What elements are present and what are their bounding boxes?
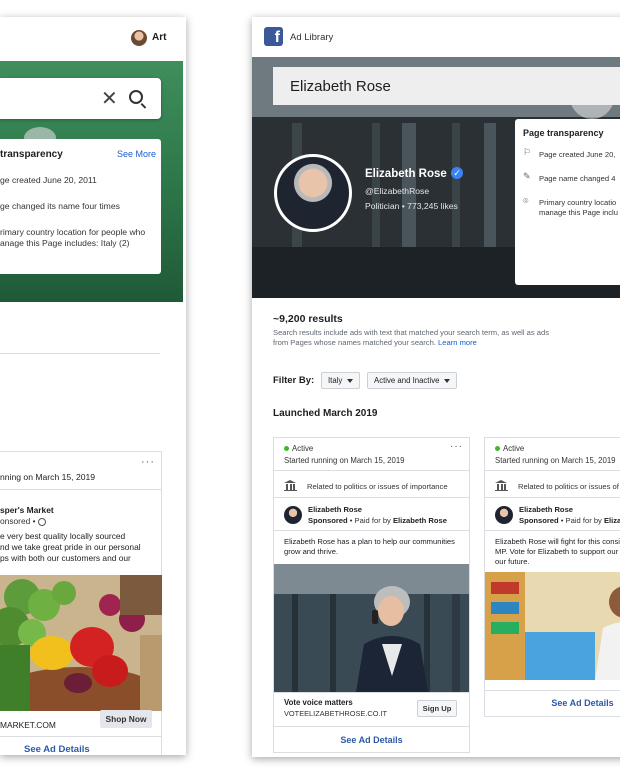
shop-now-button[interactable]: Shop Now: [100, 710, 152, 728]
page-created-text: Page created June 20,: [539, 150, 616, 159]
active-dot-icon: [284, 446, 289, 452]
page-created-text: ge created June 20, 2011: [0, 175, 97, 185]
filter-label: Filter By:: [273, 375, 315, 386]
cta-title: Vote voice matters: [284, 698, 353, 707]
results-count: ~9,200 results: [273, 313, 343, 325]
see-ad-details-link[interactable]: See Ad Details: [24, 744, 90, 755]
ad-card: Active ··· Started running on March 15, …: [273, 437, 470, 753]
sign-up-button[interactable]: Sign Up: [417, 700, 457, 717]
ad-card: Active Started running on March 15, 2019…: [484, 437, 620, 717]
user-avatar[interactable]: [131, 30, 147, 46]
ad-body: Elizabeth Rose has a plan to help our co…: [284, 537, 455, 556]
more-options-icon[interactable]: ···: [141, 456, 155, 468]
edit-icon: ✎: [523, 171, 531, 181]
chevron-down-icon: [444, 378, 451, 383]
divider: [274, 726, 469, 727]
ad-started-text: nning on March 15, 2019: [0, 472, 96, 482]
political-ad-label: Related to politics or issues of importa…: [307, 482, 448, 491]
active-dot-icon: [495, 446, 500, 452]
profile-handle: @ElizabethRose: [365, 186, 430, 196]
government-building-icon: [284, 480, 297, 491]
divider: [274, 692, 469, 693]
divider: [485, 690, 620, 691]
country-text-1: Primary country locatio: [539, 198, 617, 207]
desktop-ad-library-screen: f Ad Library Elizabeth Rose Elizabeth Ro…: [252, 17, 620, 757]
results-note: Search results include ads with text tha…: [273, 328, 550, 347]
sponsored-label: Sponsored • Paid for by Elizab: [519, 516, 620, 525]
profile-name[interactable]: Elizabeth Rose: [365, 168, 447, 180]
verified-badge-icon: ✓: [451, 167, 463, 179]
divider: [274, 530, 469, 531]
status-filter-dropdown[interactable]: Active and Inactive: [367, 372, 458, 389]
see-ad-details-link[interactable]: See Ad Details: [274, 735, 469, 745]
see-ad-details-link[interactable]: See Ad Details: [485, 698, 620, 708]
page-transparency-card: Page transparency ⚐ Page created June 20…: [515, 119, 620, 285]
divider: [274, 497, 469, 498]
top-bar: f Ad Library: [252, 17, 620, 57]
search-input[interactable]: Elizabeth Rose: [273, 67, 620, 105]
page-hero: Elizabeth Rose Elizabeth Rose ✓ @Elizabe…: [252, 57, 620, 298]
search-query[interactable]: Elizabeth Rose: [290, 78, 391, 95]
app-title[interactable]: Ad Library: [290, 32, 333, 43]
ad-domain: MARKET.COM: [0, 720, 56, 730]
advertiser-name[interactable]: Elizabeth Rose: [308, 505, 362, 514]
ad-card: ··· nning on March 15, 2019 sper's Marke…: [0, 451, 162, 755]
candidate-photo: [274, 564, 469, 692]
transparency-title: transparency: [0, 149, 63, 160]
search-box[interactable]: ✕: [0, 78, 161, 119]
search-icon[interactable]: [129, 90, 143, 104]
status-badge: Active: [495, 444, 524, 453]
chevron-down-icon: [347, 378, 354, 383]
divider: [0, 489, 162, 490]
country-text-1: rimary country location for people who: [0, 227, 146, 237]
transparency-title: Page transparency: [523, 128, 604, 138]
page-hero: ✕ transparency See More ge created June …: [0, 61, 183, 302]
divider: [0, 353, 160, 354]
page-transparency-card: transparency See More ge created June 20…: [0, 139, 161, 274]
facebook-logo-icon[interactable]: f: [264, 27, 283, 46]
location-icon: ⌾: [523, 196, 529, 206]
vegetables-image: [0, 575, 162, 711]
advertiser-name[interactable]: Elizabeth Rose: [519, 505, 573, 514]
divider: [485, 497, 620, 498]
divider: [485, 530, 620, 531]
advertiser-name[interactable]: sper's Market: [0, 505, 54, 515]
sponsored-label: Sponsored • Paid for by Elizabeth Rose: [308, 516, 447, 525]
divider: [274, 470, 469, 471]
clear-search-icon[interactable]: ✕: [101, 86, 118, 111]
classroom-photo: [485, 572, 620, 680]
more-options-icon[interactable]: ···: [450, 441, 463, 452]
launched-heading: Launched March 2019: [273, 408, 378, 419]
government-building-icon: [495, 480, 508, 491]
status-badge: Active: [284, 444, 313, 453]
flag-icon: ⚐: [523, 147, 532, 157]
advertiser-avatar[interactable]: [495, 506, 513, 524]
profile-meta: Politician • 773,245 likes: [365, 201, 458, 211]
mobile-ad-library-screen: Art ✕ transparency See More ge created J…: [0, 17, 186, 755]
ad-domain: VOTEELIZABETHROSE.CO.IT: [284, 709, 388, 718]
country-text-2: anage this Page includes: Italy (2): [0, 238, 130, 248]
ad-body: Elizabeth Rose will fight for this consi…: [495, 537, 620, 566]
advertiser-avatar[interactable]: [284, 506, 302, 524]
divider: [485, 470, 620, 471]
user-name[interactable]: Art: [152, 32, 166, 43]
ad-started-text: Started running on March 15, 2019: [284, 456, 405, 465]
name-changed-text: ge changed its name four times: [0, 201, 120, 211]
name-changed-text: Page name changed 4: [539, 174, 616, 183]
ad-started-text: Started running on March 15, 2019: [495, 456, 616, 465]
divider: [0, 736, 162, 737]
top-bar: Art: [0, 17, 186, 61]
sponsored-label: onsored •: [0, 516, 46, 526]
see-more-link[interactable]: See More: [117, 149, 156, 159]
learn-more-link[interactable]: Learn more: [438, 338, 477, 347]
globe-icon: [37, 517, 46, 526]
ad-body: e very best quality locally sourced nd w…: [0, 531, 141, 563]
political-ad-label: Related to politics or issues of: [518, 482, 619, 491]
profile-avatar[interactable]: [274, 154, 352, 232]
country-text-2: manage this Page inclu: [539, 208, 618, 217]
country-filter-dropdown[interactable]: Italy: [321, 372, 361, 389]
